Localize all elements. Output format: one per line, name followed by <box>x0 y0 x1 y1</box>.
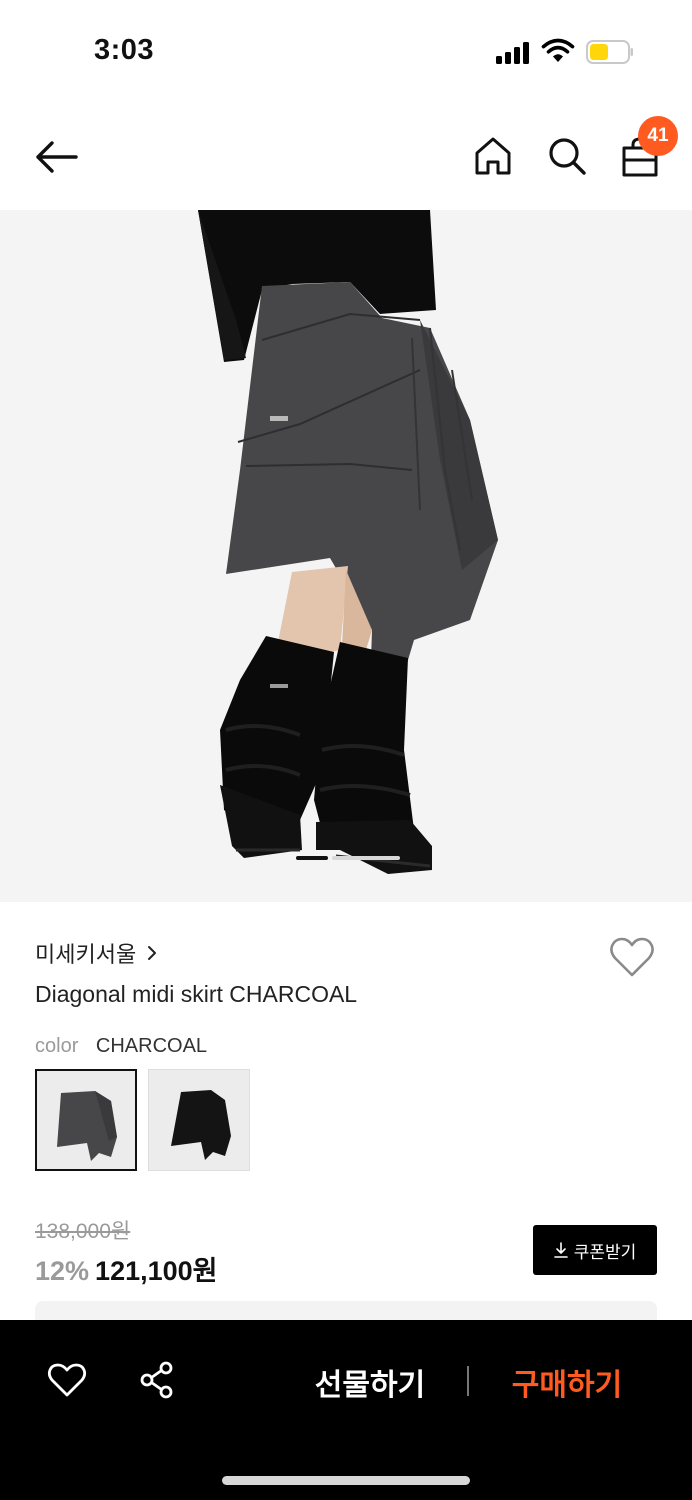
coupon-label: 쿠폰받기 <box>573 1242 637 1262</box>
product-name: Diagonal midi skirt CHARCOAL <box>35 981 358 1007</box>
search-icon[interactable] <box>547 136 587 176</box>
sale-price: 121,100원 <box>95 1256 218 1286</box>
brand-link[interactable]: 미세키서울 <box>35 938 158 968</box>
download-icon <box>553 1242 568 1258</box>
skirt-thumbnail <box>171 1090 231 1160</box>
color-selector-label: color CHARCOAL <box>35 1035 207 1058</box>
back-arrow-icon[interactable] <box>34 140 78 174</box>
battery-icon <box>586 40 633 64</box>
buy-button[interactable]: 구매하기 <box>497 1360 637 1404</box>
color-swatch-charcoal[interactable] <box>35 1069 137 1171</box>
app-header <box>0 100 692 210</box>
chevron-right-icon <box>148 946 157 960</box>
carousel-indicator <box>296 856 400 860</box>
gift-button[interactable]: 선물하기 <box>300 1360 440 1404</box>
status-bar: 3:03 <box>0 0 692 100</box>
home-icon[interactable] <box>474 136 512 176</box>
wifi-icon <box>541 38 575 62</box>
product-photo <box>0 210 692 902</box>
coupon-download-button[interactable]: 쿠폰받기 <box>533 1225 657 1275</box>
brand-name: 미세키서울 <box>35 942 137 967</box>
home-indicator <box>222 1476 470 1485</box>
original-price: 138,000원 <box>35 1220 131 1243</box>
cart-count-badge[interactable]: 41 <box>638 116 678 156</box>
wishlist-heart-icon[interactable] <box>47 1362 87 1398</box>
skirt-thumbnail <box>57 1091 117 1161</box>
share-icon[interactable] <box>139 1361 175 1399</box>
color-label: color <box>35 1035 79 1057</box>
carousel-dot-active <box>296 856 328 860</box>
carousel-dot <box>332 856 400 860</box>
divider <box>467 1366 469 1396</box>
bottom-action-bar: 선물하기 구매하기 <box>0 1320 692 1500</box>
wishlist-heart-icon[interactable] <box>609 936 655 978</box>
status-time: 3:03 <box>94 34 155 66</box>
product-image-carousel[interactable] <box>0 210 692 902</box>
color-swatch-black[interactable] <box>148 1069 250 1171</box>
price-row: 12% 121,100원 <box>35 1249 218 1288</box>
product-detail-page: 3:03 41 미세키서울 Diagonal midi skirt CHARCO… <box>0 0 692 1500</box>
cellular-signal-icon <box>496 42 532 64</box>
color-value: CHARCOAL <box>95 1035 208 1057</box>
discount-rate: 12% <box>35 1256 90 1286</box>
